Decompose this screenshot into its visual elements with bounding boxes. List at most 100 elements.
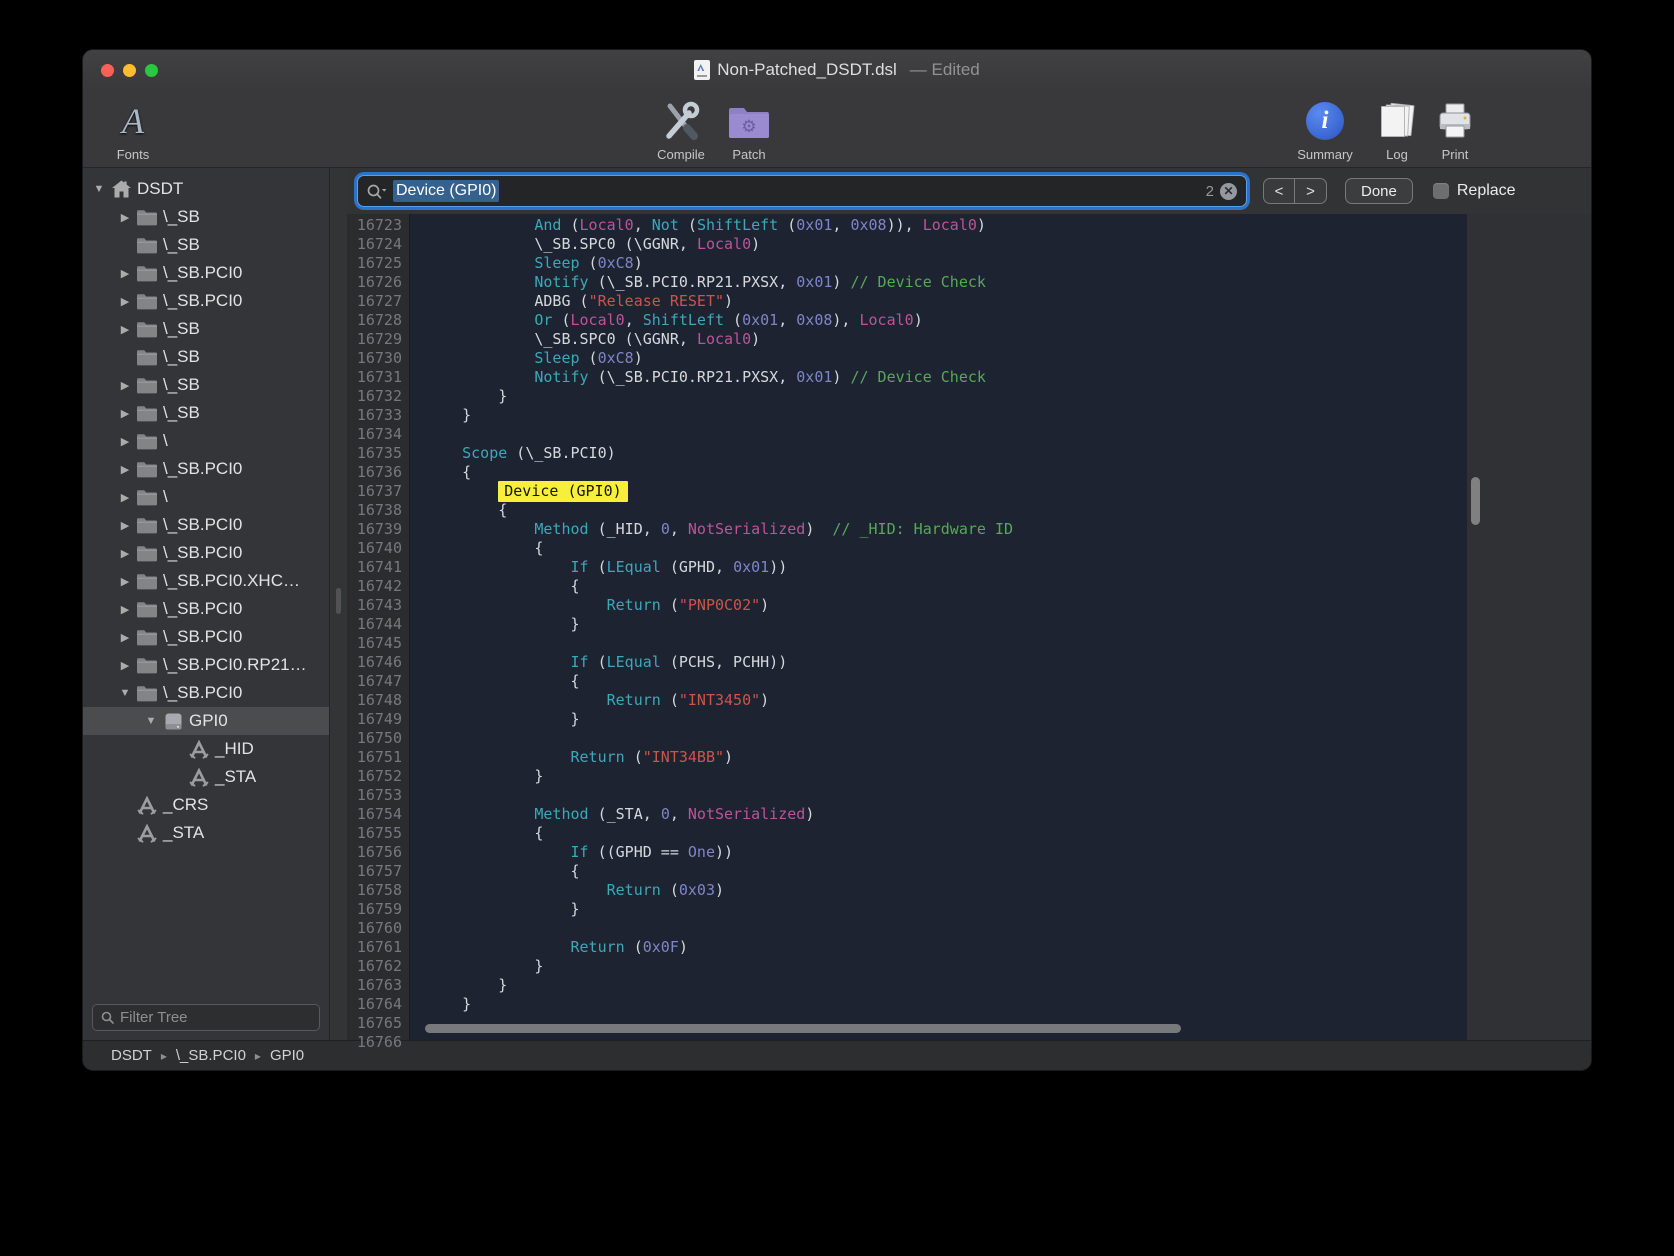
titlebar[interactable]: Non-Patched_DSDT.dsl — Edited	[83, 50, 1591, 90]
tree-item-label: \_SB	[163, 319, 200, 339]
done-button[interactable]: Done	[1345, 178, 1413, 204]
tree-item-label: \	[163, 487, 168, 507]
tree-item-sbpci0[interactable]: ▶\_SB.PCI0	[83, 511, 329, 539]
tree-item-dsdt[interactable]: ▼DSDT	[83, 175, 329, 203]
search-menu-icon[interactable]	[367, 184, 387, 199]
disclosure-triangle-icon[interactable]: ▶	[116, 435, 134, 448]
compile-button[interactable]: Compile	[645, 98, 717, 162]
find-next-button[interactable]: >	[1295, 179, 1326, 203]
tree-item-sbpci0xhc[interactable]: ▶\_SB.PCI0.XHC…	[83, 567, 329, 595]
code-line	[426, 1033, 1467, 1040]
tree-item-hid[interactable]: _HID	[83, 735, 329, 763]
disclosure-triangle-icon[interactable]: ▶	[116, 547, 134, 560]
tree-item-sbpci0[interactable]: ▶\_SB.PCI0	[83, 539, 329, 567]
tree-item-[interactable]: ▶\	[83, 427, 329, 455]
print-button[interactable]: Print	[1419, 98, 1491, 162]
tree-item-sbpci0[interactable]: ▶\_SB.PCI0	[83, 623, 329, 651]
tree-item-sb[interactable]: \_SB	[83, 343, 329, 371]
code-line: Return (0x0F)	[426, 938, 1467, 957]
filter-tree-input[interactable]: Filter Tree	[92, 1004, 320, 1031]
disclosure-triangle-icon[interactable]: ▶	[116, 379, 134, 392]
tree-item-label: \_SB.PCI0	[163, 599, 242, 619]
folder-icon	[134, 601, 160, 618]
method-icon	[134, 824, 160, 843]
disclosure-triangle-icon[interactable]: ▶	[116, 267, 134, 280]
tree-item-sb[interactable]: ▶ \_SB	[83, 315, 329, 343]
line-number: 16761	[347, 938, 402, 957]
folder-icon	[134, 377, 160, 394]
disclosure-triangle-icon[interactable]: ▶	[116, 295, 134, 308]
tree-item-[interactable]: ▶\	[83, 483, 329, 511]
tree-item-sbpci0[interactable]: ▶\_SB.PCI0	[83, 455, 329, 483]
line-number: 16735	[347, 444, 402, 463]
tree-item-sta[interactable]: _STA	[83, 763, 329, 791]
disclosure-triangle-icon[interactable]: ▶	[116, 659, 134, 672]
tree-item-gpi0[interactable]: ▼GPI0	[83, 707, 329, 735]
disclosure-triangle-icon[interactable]: ▶	[116, 575, 134, 588]
line-number: 16724	[347, 235, 402, 254]
tree-item-sbpci0[interactable]: ▶\_SB.PCI0	[83, 259, 329, 287]
clear-search-icon[interactable]: ✕	[1220, 183, 1237, 200]
line-number: 16728	[347, 311, 402, 330]
zoom-button[interactable]	[145, 64, 158, 77]
folder-icon	[134, 685, 160, 702]
patch-button[interactable]: ⚙ Patch	[713, 98, 785, 162]
tree-item-label: _STA	[163, 823, 204, 843]
line-number: 16751	[347, 748, 402, 767]
code-line: Return ("PNP0C02")	[426, 596, 1467, 615]
disclosure-triangle-icon[interactable]: ▼	[116, 687, 134, 699]
toolbar: A Fonts Compile ⚙ Patc	[83, 90, 1591, 168]
code-line: Return ("INT3450")	[426, 691, 1467, 710]
disclosure-triangle-icon[interactable]: ▶	[116, 407, 134, 420]
find-previous-button[interactable]: <	[1264, 179, 1295, 203]
disclosure-triangle-icon[interactable]: ▶	[116, 491, 134, 504]
tree-item-sb[interactable]: ▶ \_SB	[83, 399, 329, 427]
tree-item-sbpci0[interactable]: ▶\_SB.PCI0	[83, 287, 329, 315]
disclosure-triangle-icon[interactable]: ▶	[116, 323, 134, 336]
tree-item-sbpci0[interactable]: ▼\_SB.PCI0	[83, 679, 329, 707]
split-divider[interactable]	[330, 168, 347, 1040]
code-line: ADBG ("Release RESET")	[426, 292, 1467, 311]
minimize-button[interactable]	[123, 64, 136, 77]
tree-item-sta[interactable]: _STA	[83, 819, 329, 847]
code-line: {	[426, 539, 1467, 558]
patch-icon: ⚙	[727, 98, 771, 144]
line-number: 16733	[347, 406, 402, 425]
tree-item-sb[interactable]: ▶\_SB	[83, 203, 329, 231]
code-line: {	[426, 463, 1467, 482]
tree-item-sb[interactable]: ▶\_SB	[83, 371, 329, 399]
disclosure-triangle-icon[interactable]: ▶	[116, 519, 134, 532]
summary-button[interactable]: i Summary	[1289, 98, 1361, 162]
breadcrumb-item[interactable]: DSDT	[111, 1047, 152, 1064]
divider-handle[interactable]	[336, 588, 341, 614]
disclosure-triangle-icon[interactable]: ▼	[142, 715, 160, 727]
fonts-icon: A	[122, 100, 144, 142]
method-icon	[186, 740, 212, 759]
code-editor[interactable]: And (Local0, Not (ShiftLeft (0x01, 0x08)…	[410, 214, 1467, 1040]
folder-icon	[134, 545, 160, 562]
tree-item-sb[interactable]: \_SB	[83, 231, 329, 259]
tree-item-label: \_SB	[163, 403, 200, 423]
code-line: }	[426, 995, 1467, 1014]
breadcrumb-item[interactable]: \_SB.PCI0	[176, 1047, 246, 1064]
folder-icon	[134, 461, 160, 478]
replace-checkbox[interactable]	[1433, 183, 1449, 199]
line-number: 16748	[347, 691, 402, 710]
tree-item-sbpci0[interactable]: ▶ \_SB.PCI0	[83, 595, 329, 623]
tree-item-crs[interactable]: _CRS	[83, 791, 329, 819]
vertical-scrollbar[interactable]	[1471, 477, 1480, 525]
breadcrumb-item[interactable]: GPI0	[270, 1047, 304, 1064]
disclosure-triangle-icon[interactable]: ▼	[90, 183, 108, 195]
line-number: 16731	[347, 368, 402, 387]
disclosure-triangle-icon[interactable]: ▶	[116, 463, 134, 476]
horizontal-scrollbar[interactable]	[425, 1024, 1181, 1033]
disclosure-triangle-icon[interactable]: ▶	[116, 631, 134, 644]
document-icon	[694, 60, 710, 80]
tree-item-sbpci0rp21[interactable]: ▶\_SB.PCI0.RP21…	[83, 651, 329, 679]
disclosure-triangle-icon[interactable]: ▶	[116, 211, 134, 224]
code-line: {	[426, 672, 1467, 691]
fonts-button[interactable]: A Fonts	[97, 98, 169, 162]
close-button[interactable]	[101, 64, 114, 77]
disclosure-triangle-icon[interactable]: ▶	[116, 603, 134, 616]
find-input[interactable]: Device (GPI0) 2 ✕	[358, 176, 1246, 206]
